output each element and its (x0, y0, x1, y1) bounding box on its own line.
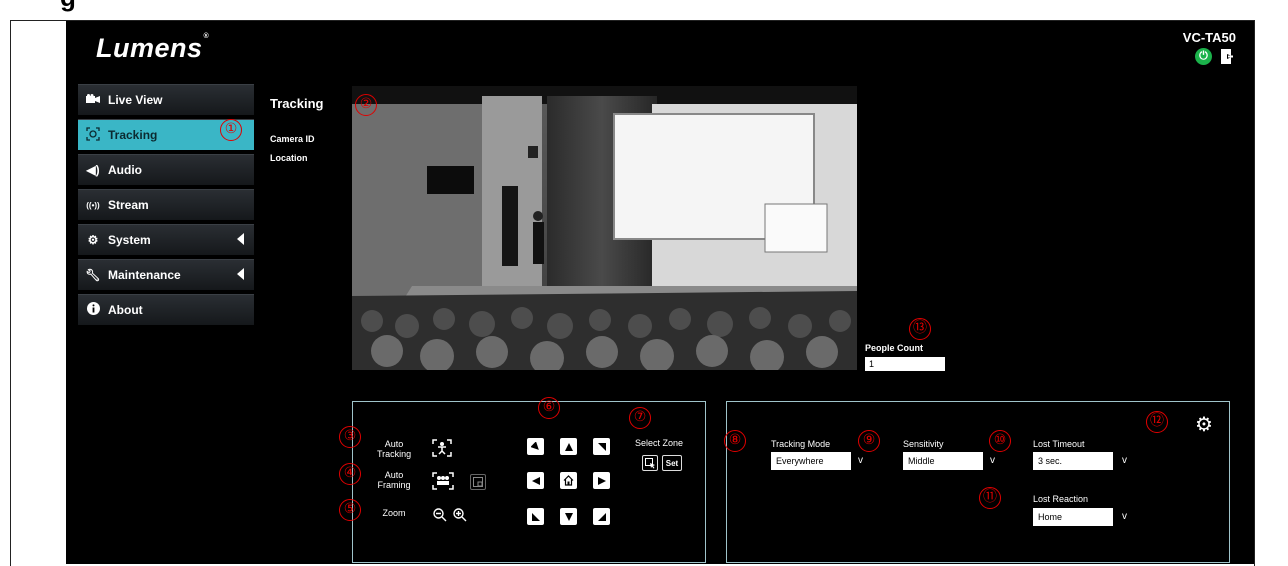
chevron-down-icon[interactable]: v (1117, 508, 1132, 526)
sensitivity-label: Sensitivity (903, 439, 944, 449)
callout-11: ⑪ (979, 487, 1001, 509)
callout-10: ⑩ (989, 430, 1011, 452)
tilt-up-button[interactable] (560, 438, 577, 455)
live-video-preview[interactable] (352, 86, 857, 370)
people-count-field[interactable]: 1 (865, 357, 945, 371)
pan-right-button[interactable] (593, 472, 610, 489)
callout-3: ③ (339, 426, 361, 448)
callout-13: ⑬ (909, 318, 931, 340)
sidebar-item-audio[interactable]: ◀) Audio (78, 154, 254, 185)
settings-gear-icon[interactable]: ⚙ (1195, 415, 1213, 435)
chevron-down-icon[interactable]: v (853, 452, 868, 470)
callout-7: ⑦ (629, 407, 651, 429)
callout-8: ⑧ (724, 430, 746, 452)
callout-6: ⑥ (538, 397, 560, 419)
wrench-icon: 🔧︎ (85, 268, 101, 282)
callout-4: ④ (339, 463, 361, 485)
pan-up-left-button[interactable] (527, 438, 544, 455)
expand-arrow-icon (237, 233, 244, 245)
pan-up-right-button[interactable] (593, 438, 610, 455)
sidebar-item-label: Tracking (108, 128, 158, 142)
callout-12: ⑫ (1146, 411, 1168, 433)
page-title: Tracking (270, 96, 324, 111)
auto-tracking-label: Auto Tracking (377, 439, 412, 459)
chevron-down-icon[interactable]: v (1117, 452, 1132, 470)
video-camera-icon (84, 93, 102, 107)
tilt-down-button[interactable] (560, 508, 577, 525)
web-ui: Lumens® VC-TA50 ⏻ Live View Tracking ◀) … (66, 21, 1254, 564)
ptz-control-panel: Auto Tracking Auto Framing Zoom Select Zon… (352, 401, 706, 563)
sidebar-item-label: About (108, 303, 143, 317)
sidebar-item-label: Live View (108, 93, 163, 107)
logout-icon[interactable] (1220, 48, 1234, 65)
power-icon[interactable]: ⏻ (1195, 48, 1212, 65)
auto-framing-icon[interactable] (432, 472, 454, 495)
expand-arrow-icon (237, 268, 244, 280)
callout-2: ② (355, 94, 377, 116)
callout-9: ⑨ (858, 430, 880, 452)
location-label: Location (270, 153, 308, 163)
home-button[interactable] (560, 472, 577, 489)
lost-reaction-label: Lost Reaction (1033, 494, 1089, 504)
header-icons: ⏻ (1195, 48, 1234, 65)
callout-1: ① (220, 119, 242, 141)
sidebar-item-stream[interactable]: ((•)) Stream (78, 189, 254, 220)
auto-tracking-icon[interactable] (432, 439, 452, 462)
zoom-out-icon[interactable] (433, 508, 447, 525)
sidebar-item-live-view[interactable]: Live View (78, 84, 254, 115)
chevron-down-icon[interactable]: v (985, 452, 1000, 470)
sidebar-item-about[interactable]: About (78, 294, 254, 325)
sidebar-item-label: Audio (108, 163, 142, 177)
lost-reaction-select[interactable]: Home (1033, 508, 1113, 526)
sidebar-item-label: Stream (108, 198, 149, 212)
broadcast-icon: ((•)) (86, 200, 100, 210)
pan-left-button[interactable] (527, 472, 544, 489)
framing-mode-icon[interactable] (470, 474, 486, 490)
sidebar-item-label: Maintenance (108, 268, 181, 282)
document-heading: g (60, 0, 76, 13)
zoom-in-icon[interactable] (453, 508, 467, 527)
zoom-label: Zoom (382, 508, 406, 518)
sidebar-item-maintenance[interactable]: 🔧︎ Maintenance (78, 259, 254, 290)
camera-id-label: Camera ID (270, 134, 315, 144)
info-icon (84, 302, 102, 318)
lost-timeout-select[interactable]: 3 sec. (1033, 452, 1113, 470)
sensitivity-select[interactable]: Middle (903, 452, 983, 470)
people-count-label: People Count (865, 343, 923, 353)
callout-5: ⑤ (339, 499, 361, 521)
auto-framing-label: Auto Framing (377, 470, 411, 490)
pan-down-left-button[interactable] (527, 508, 544, 525)
tracking-mode-select[interactable]: Everywhere (771, 452, 851, 470)
lost-timeout-label: Lost Timeout (1033, 439, 1085, 449)
set-zone-button[interactable]: Set (662, 455, 682, 471)
sidebar-item-label: System (108, 233, 151, 247)
select-zone-icon[interactable] (642, 455, 658, 471)
pan-down-right-button[interactable] (593, 508, 610, 525)
select-zone-label: Select Zone (635, 438, 684, 448)
gear-icon: ⚙ (87, 233, 99, 247)
speaker-icon: ◀) (86, 163, 100, 177)
tracking-mode-label: Tracking Mode (771, 439, 831, 449)
sidebar-item-system[interactable]: ⚙ System (78, 224, 254, 255)
model-name: VC-TA50 (1182, 30, 1236, 45)
tracking-icon (84, 126, 102, 144)
lumens-logo: Lumens® (96, 33, 210, 63)
